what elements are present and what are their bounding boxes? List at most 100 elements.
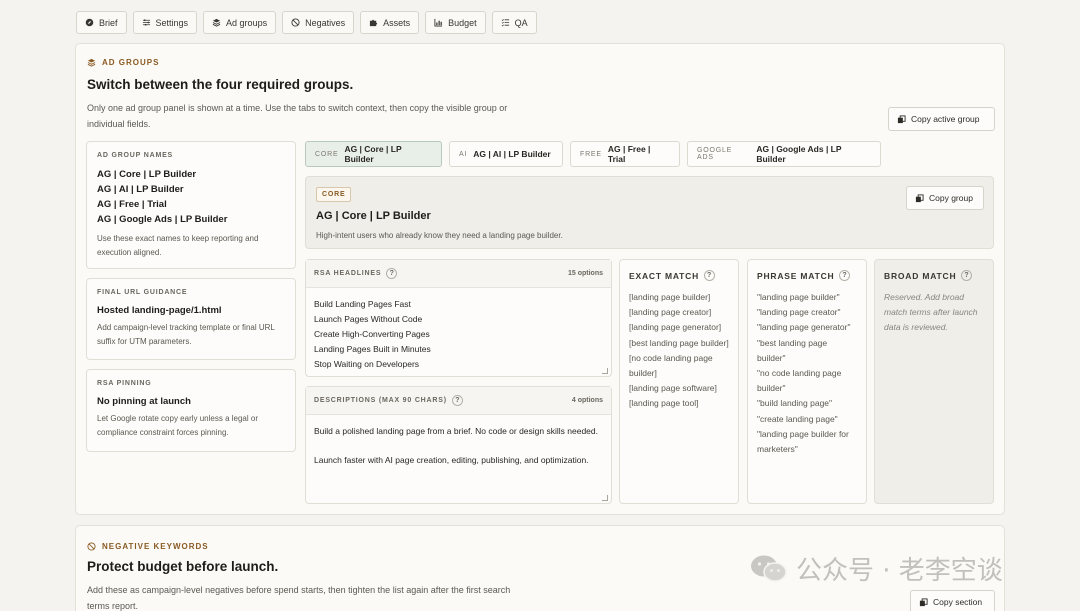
keyword: [landing page software]: [629, 383, 717, 394]
keyword: "no code landing page builder": [757, 368, 842, 394]
sliders-icon: [142, 19, 150, 26]
layers-icon: [87, 58, 96, 67]
headline-line: Launch Pages Without Code: [314, 314, 423, 324]
group-tab-code: FREE: [580, 150, 602, 158]
ad-groups-description: Only one ad group panel is shown at a ti…: [87, 103, 508, 129]
ad-groups-tag: AD GROUPS: [87, 58, 159, 67]
copy-section-button[interactable]: Copy section: [910, 590, 995, 611]
section-tag-label: NEGATIVE KEYWORDS: [102, 542, 209, 551]
box-note: Let Google rotate copy early unless a le…: [97, 414, 258, 437]
button-label: Copy group: [929, 193, 973, 203]
description-line: Launch faster with AI page creation, edi…: [314, 455, 589, 465]
chart-icon: [434, 18, 443, 27]
wechat-icon: [751, 555, 787, 582]
tab-settings[interactable]: Settings: [132, 11, 198, 34]
copy-icon: [919, 597, 928, 606]
keyword: [landing page creator]: [629, 307, 712, 318]
nav-tabs: Brief Settings Ad groups Negatives Asset…: [76, 11, 537, 34]
panel-label: RSA HEADLINES: [314, 270, 382, 277]
options-count: 15 options: [567, 270, 603, 277]
headlines-textarea[interactable]: Build Landing Pages Fast Launch Pages Wi…: [306, 288, 611, 377]
button-label: Copy section: [933, 597, 983, 607]
ban-icon: [87, 542, 96, 551]
tab-brief[interactable]: Brief: [76, 11, 127, 34]
tab-ad-groups[interactable]: Ad groups: [203, 11, 277, 34]
copy-active-group-button[interactable]: Copy active group: [888, 107, 995, 131]
ad-groups-title: Switch between the four required groups.: [87, 77, 354, 92]
group-tab-code: CORE: [315, 150, 339, 158]
section-tag-label: AD GROUPS: [102, 58, 160, 67]
active-group-title: AG | Core | LP Builder: [316, 210, 431, 222]
tab-label: Brief: [99, 17, 118, 28]
group-badge: CORE: [316, 187, 352, 202]
resize-handle[interactable]: [602, 368, 608, 374]
pinning-value: No pinning at launch: [97, 396, 191, 407]
help-icon[interactable]: ?: [386, 268, 398, 279]
column-title: EXACT MATCH?: [629, 270, 729, 281]
tab-assets[interactable]: Assets: [360, 11, 420, 34]
copy-group-button[interactable]: Copy group: [906, 186, 984, 210]
group-tab-ai[interactable]: AI AG | AI | LP Builder: [449, 141, 563, 167]
rsa-headlines-panel: RSA HEADLINES ? 15 options Build Landing…: [305, 259, 612, 377]
keyword: "landing page creator": [757, 307, 841, 318]
final-url-box: FINAL URL GUIDANCE Hosted landing-page/1…: [86, 278, 296, 360]
help-icon[interactable]: ?: [451, 395, 463, 406]
headline-line: Landing Pages Built in Minutes: [314, 344, 431, 354]
tab-label: Budget: [448, 17, 477, 28]
descriptions-textarea[interactable]: Build a polished landing page from a bri…: [306, 415, 611, 504]
group-tab-name: AG | Google Ads | LP Builder: [756, 144, 842, 164]
broad-match-column: BROAD MATCH? Reserved. Add broad match t…: [874, 259, 994, 504]
headline-line: Build Landing Pages Fast: [314, 299, 411, 309]
panel-header: DESCRIPTIONS (MAX 90 CHARS) ? 4 options: [306, 387, 611, 415]
box-note: Add campaign-level tracking template or …: [97, 323, 275, 346]
column-label: BROAD MATCH: [884, 270, 957, 281]
group-tab-code: AI: [459, 150, 468, 158]
watermark-text: 公众号 · 老李空谈: [796, 556, 1003, 586]
keyword: "landing page generator": [757, 322, 851, 333]
ad-group-name: AG | Core | LP Builder: [97, 169, 197, 180]
help-icon[interactable]: ?: [704, 270, 716, 281]
keyword: [landing page builder]: [629, 292, 711, 302]
group-tab-core[interactable]: CORE AG | Core | LP Builder: [305, 141, 442, 167]
keyword: "best landing page builder": [757, 337, 828, 363]
keyword: [landing page tool]: [629, 398, 699, 409]
help-icon[interactable]: ?: [961, 270, 973, 281]
help-icon[interactable]: ?: [839, 270, 851, 281]
box-note: Use these exact names to keep reporting …: [97, 234, 259, 257]
keyword: "landing page builder for marketers": [757, 428, 849, 455]
keyword: [no code landing page builder]: [629, 352, 713, 379]
layers-icon: [212, 18, 221, 27]
group-tab-free[interactable]: FREE AG | Free | Trial: [570, 141, 680, 167]
resize-handle[interactable]: [602, 495, 608, 501]
tab-negatives[interactable]: Negatives: [282, 11, 355, 34]
button-label: Copy active group: [911, 114, 980, 124]
column-title: BROAD MATCH?: [884, 270, 984, 281]
keyword: "build landing page": [757, 398, 833, 409]
group-tab-google-ads[interactable]: GOOGLE ADS AG | Google Ads | LP Builder: [687, 141, 881, 167]
active-group-header: CORE AG | Core | LP Builder High-intent …: [305, 176, 994, 249]
watermark: 公众号 · 老李空谈: [750, 550, 1003, 587]
column-label: EXACT MATCH: [629, 270, 700, 281]
copy-icon: [897, 114, 906, 123]
tab-label: Settings: [155, 17, 189, 28]
copy-icon: [915, 193, 924, 202]
tab-label: QA: [514, 17, 528, 28]
tab-budget[interactable]: Budget: [425, 11, 486, 34]
rsa-pinning-box: RSA PINNING No pinning at launch Let Goo…: [86, 369, 296, 452]
keyword: "landing page builder": [757, 292, 840, 302]
keyword: [landing page generator]: [629, 322, 722, 333]
group-tab-code: GOOGLE ADS: [697, 147, 733, 161]
headline-line: Stop Waiting on Developers: [314, 359, 420, 369]
box-label: AD GROUP NAMES: [97, 152, 174, 159]
group-tab-name: AG | Free | Trial: [607, 144, 651, 164]
ad-group-names-box: AD GROUP NAMES AG | Core | LP Builder AG…: [86, 141, 296, 269]
tab-qa[interactable]: QA: [491, 11, 537, 34]
keyword: [best landing page builder]: [629, 337, 729, 348]
options-count: 4 options: [571, 397, 603, 404]
panel-header: RSA HEADLINES ? 15 options: [306, 260, 611, 288]
description-line: Build a polished landing page from a bri…: [314, 426, 598, 436]
ad-group-name: AG | Free | Trial: [97, 199, 167, 210]
descriptions-panel: DESCRIPTIONS (MAX 90 CHARS) ? 4 options …: [305, 386, 612, 504]
ad-group-name: AG | Google Ads | LP Builder: [97, 214, 228, 225]
group-tab-name: AG | Core | LP Builder: [344, 144, 402, 164]
